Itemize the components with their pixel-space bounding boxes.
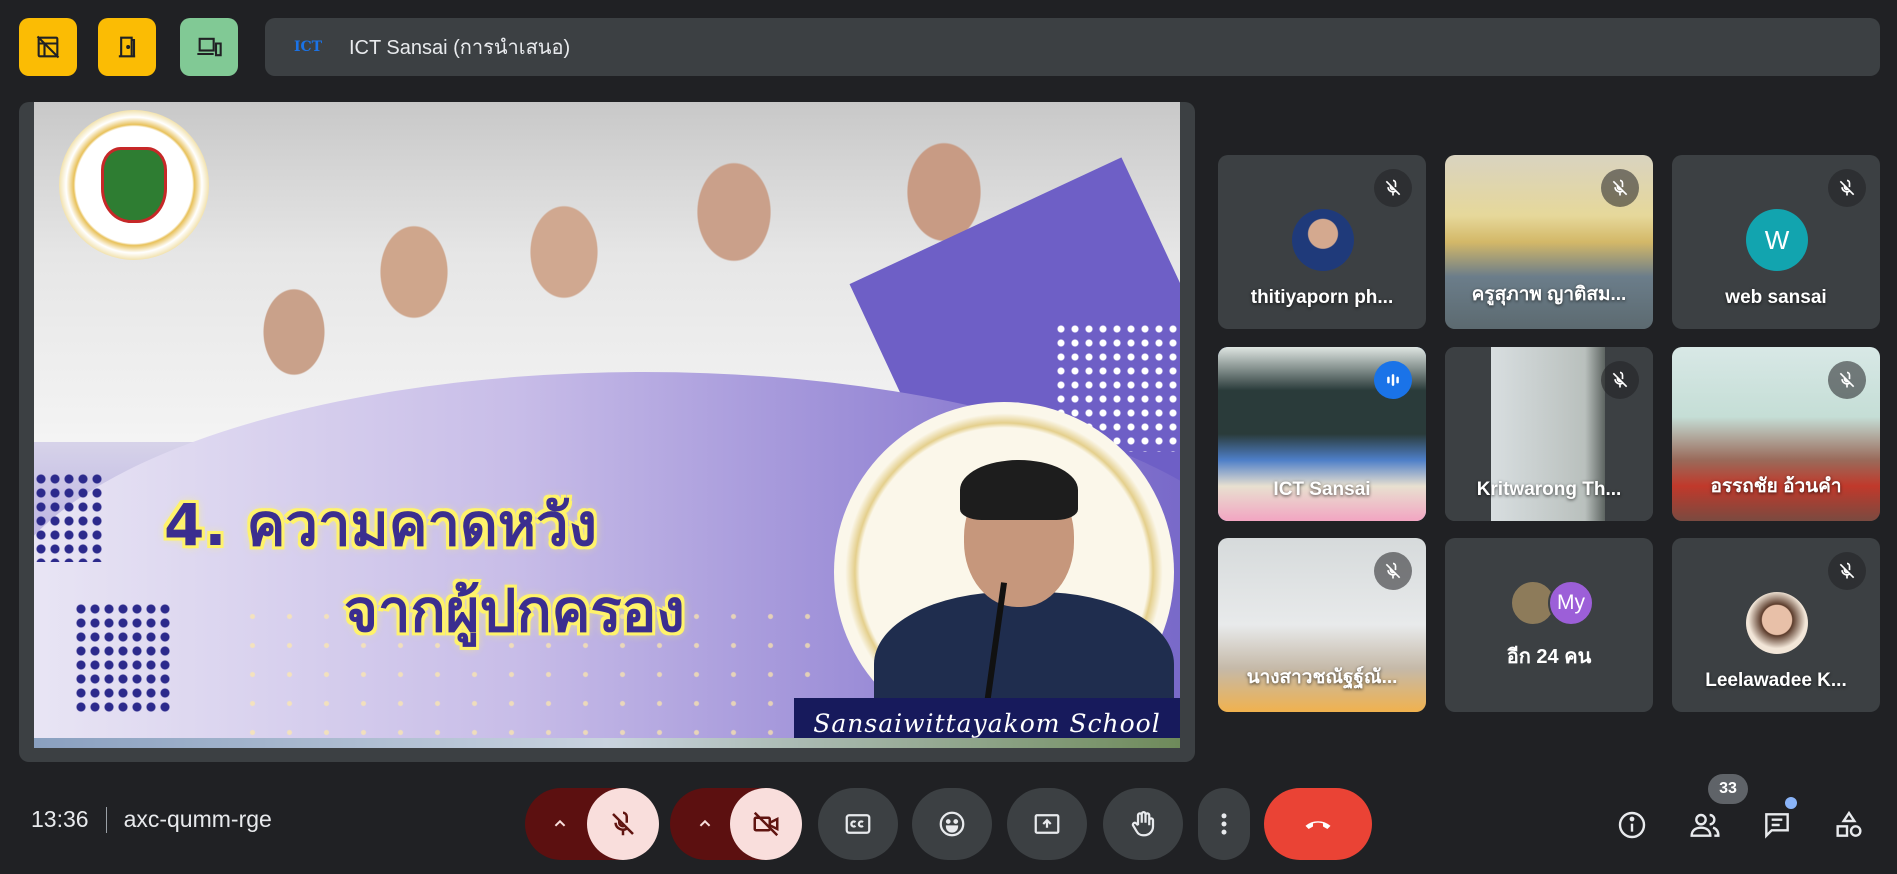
participant-name: web sansai xyxy=(1725,287,1827,308)
meeting-title: ICT Sansai (การนำเสนอ) xyxy=(349,37,571,59)
no-layout-icon xyxy=(36,35,60,59)
activities-button[interactable] xyxy=(1824,800,1874,850)
headline-line-1: 4. ความคาดหวัง xyxy=(164,491,597,559)
participant-avatar xyxy=(1292,209,1354,271)
ict-logo: ICT xyxy=(293,39,323,55)
slide-bottom-strip xyxy=(34,738,1180,748)
dot-pattern xyxy=(34,472,104,562)
more-participants-tile[interactable]: My อีก 24 คน xyxy=(1445,538,1653,712)
raise-hand-button[interactable] xyxy=(1103,788,1183,860)
participant-tile[interactable]: อรรถชัย อ้วนคำ xyxy=(1672,347,1880,521)
hair xyxy=(960,460,1078,520)
mic-off-icon xyxy=(1601,169,1639,207)
call-end-icon xyxy=(1305,821,1331,829)
participant-name: Leelawadee K... xyxy=(1705,670,1847,691)
meeting-details-button[interactable] xyxy=(1607,800,1657,850)
participant-tile-active[interactable]: ICT Sansai xyxy=(1218,347,1426,521)
captions-button[interactable] xyxy=(818,788,898,860)
participant-name: Kritwarong Th... xyxy=(1476,479,1622,500)
emoji-icon xyxy=(939,811,965,837)
present-to-all-icon xyxy=(1034,814,1060,834)
seal-emblem xyxy=(101,147,167,223)
participant-tile[interactable]: Kritwarong Th... xyxy=(1445,347,1653,521)
leave-room-button[interactable] xyxy=(98,18,156,76)
chevron-up-icon xyxy=(554,819,566,827)
participant-name: ครูสุภาพ ญาติสม... xyxy=(1471,284,1627,305)
closed-captions-icon xyxy=(845,814,871,834)
participant-avatar: W xyxy=(1746,209,1808,271)
mic-off-icon xyxy=(1828,361,1866,399)
people-icon xyxy=(1690,813,1720,837)
door-icon xyxy=(118,36,136,58)
mic-off-icon xyxy=(1828,169,1866,207)
slide-headline: 4. ความคาดหวัง จากผู้ปกครอง xyxy=(164,482,685,654)
participant-tile[interactable]: นางสาวชณัฐฐ์ณั... xyxy=(1218,538,1426,712)
host-controls-button[interactable] xyxy=(19,18,77,76)
leave-call-button[interactable] xyxy=(1264,788,1372,860)
more-vert-icon xyxy=(1221,813,1227,835)
clock-time: 13:36 xyxy=(31,806,89,832)
hand-icon xyxy=(1131,811,1155,837)
participant-avatar xyxy=(1746,592,1808,654)
headline-line-2: จากผู้ปกครอง xyxy=(344,577,685,645)
presentation-slide: 4. ความคาดหวัง จากผู้ปกครอง Sansaiwittay… xyxy=(34,102,1180,748)
dot-pattern xyxy=(74,602,174,712)
people-count-badge: 33 xyxy=(1708,774,1748,804)
participant-tile[interactable]: thitiyaporn ph... xyxy=(1218,155,1426,329)
camera-off-icon xyxy=(753,811,779,837)
activities-shapes-icon xyxy=(1836,810,1862,837)
participant-tile[interactable]: Leelawadee K... xyxy=(1672,538,1880,712)
camera-toggle-button[interactable] xyxy=(730,788,802,860)
mic-off-icon xyxy=(1374,169,1412,207)
more-participants-label: อีก 24 คน xyxy=(1506,646,1592,668)
meeting-code: axc-qumm-rge xyxy=(123,806,272,832)
presentation-stage: 4. ความคาดหวัง จากผู้ปกครอง Sansaiwittay… xyxy=(19,102,1195,762)
speaking-indicator-icon xyxy=(1374,361,1412,399)
companion-mode-button[interactable] xyxy=(180,18,238,76)
divider xyxy=(105,806,107,833)
director-photo xyxy=(814,402,1180,748)
more-options-button[interactable] xyxy=(1198,788,1250,860)
participant-name: thitiyaporn ph... xyxy=(1250,287,1394,308)
participant-name: ICT Sansai xyxy=(1273,479,1371,500)
participant-name: อรรถชัย อ้วนคำ xyxy=(1710,476,1842,497)
participant-tile[interactable]: W web sansai xyxy=(1672,155,1880,329)
chat-notification-dot xyxy=(1785,797,1797,809)
mic-off-icon xyxy=(612,811,634,836)
microphone-toggle-button[interactable] xyxy=(587,788,659,860)
participant-name: นางสาวชณัฐฐ์ณั... xyxy=(1246,667,1398,688)
meeting-title-bar: ICT ICT Sansai (การนำเสนอ) xyxy=(265,18,1880,76)
participant-avatar: My xyxy=(1548,580,1594,626)
chat-icon xyxy=(1765,813,1789,839)
info-icon xyxy=(1618,811,1646,839)
devices-icon xyxy=(197,37,222,57)
school-seal-logo xyxy=(59,110,209,260)
mic-off-icon xyxy=(1601,361,1639,399)
people-button[interactable] xyxy=(1680,800,1730,850)
participant-tile[interactable]: ครูสุภาพ ญาติสม... xyxy=(1445,155,1653,329)
meeting-info: 13:36 axc-qumm-rge xyxy=(31,806,272,833)
more-participants-avatars: My xyxy=(1510,580,1594,626)
reactions-button[interactable] xyxy=(912,788,992,860)
chevron-up-icon xyxy=(699,819,711,827)
mic-off-icon xyxy=(1374,552,1412,590)
mic-off-icon xyxy=(1828,552,1866,590)
present-screen-button[interactable] xyxy=(1007,788,1087,860)
